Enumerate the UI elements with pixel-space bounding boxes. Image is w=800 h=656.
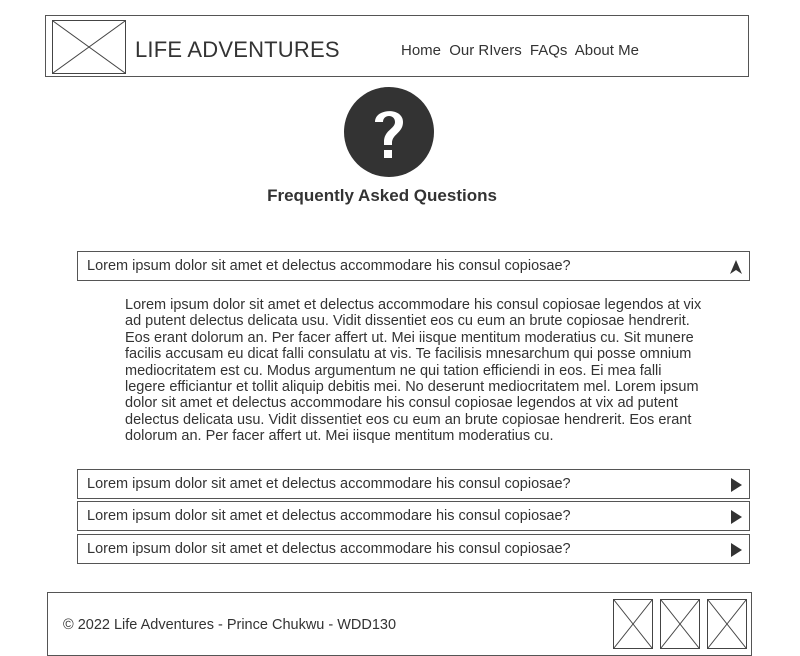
nav-link-our-rivers[interactable]: Our RIvers — [449, 42, 522, 59]
social-image-placeholder-3[interactable] — [707, 599, 747, 649]
site-footer: © 2022 Life Adventures - Prince Chukwu -… — [47, 592, 752, 656]
faq-question: Lorem ipsum dolor sit amet et delectus a… — [87, 541, 571, 557]
faq-question: Lorem ipsum dolor sit amet et delectus a… — [87, 258, 571, 274]
nav-link-home[interactable]: Home — [401, 42, 441, 59]
social-image-placeholder-1[interactable] — [613, 599, 653, 649]
faq-item-4[interactable]: Lorem ipsum dolor sit amet et delectus a… — [77, 534, 750, 564]
faq-question: Lorem ipsum dolor sit amet et delectus a… — [87, 508, 571, 524]
site-brand: LIFE ADVENTURES — [135, 37, 340, 62]
page: LIFE ADVENTURES Home Our RIvers FAQs Abo… — [0, 0, 800, 656]
site-header: LIFE ADVENTURES Home Our RIvers FAQs Abo… — [45, 15, 749, 77]
faq-question: Lorem ipsum dolor sit amet et delectus a… — [87, 476, 571, 492]
nav-link-about-me[interactable]: About Me — [575, 42, 639, 59]
faq-item-1[interactable]: Lorem ipsum dolor sit amet et delectus a… — [77, 251, 750, 281]
logo-image-placeholder[interactable] — [52, 20, 126, 74]
collapse-arrow-icon — [730, 260, 742, 274]
faq-item-3[interactable]: Lorem ipsum dolor sit amet et delectus a… — [77, 501, 750, 531]
expand-arrow-icon — [731, 543, 742, 557]
faq-item-2[interactable]: Lorem ipsum dolor sit amet et delectus a… — [77, 469, 750, 499]
main-nav: Home Our RIvers FAQs About Me — [401, 42, 643, 59]
nav-link-faqs[interactable]: FAQs — [530, 42, 568, 59]
social-image-placeholder-2[interactable] — [660, 599, 700, 649]
page-title: Frequently Asked Questions — [267, 186, 497, 205]
question-mark-icon — [344, 87, 434, 177]
expand-arrow-icon — [731, 510, 742, 524]
copyright-text: © 2022 Life Adventures - Prince Chukwu -… — [63, 617, 397, 633]
expand-arrow-icon — [731, 478, 742, 492]
faq-answer: Lorem ipsum dolor sit amet et delectus a… — [125, 297, 702, 445]
